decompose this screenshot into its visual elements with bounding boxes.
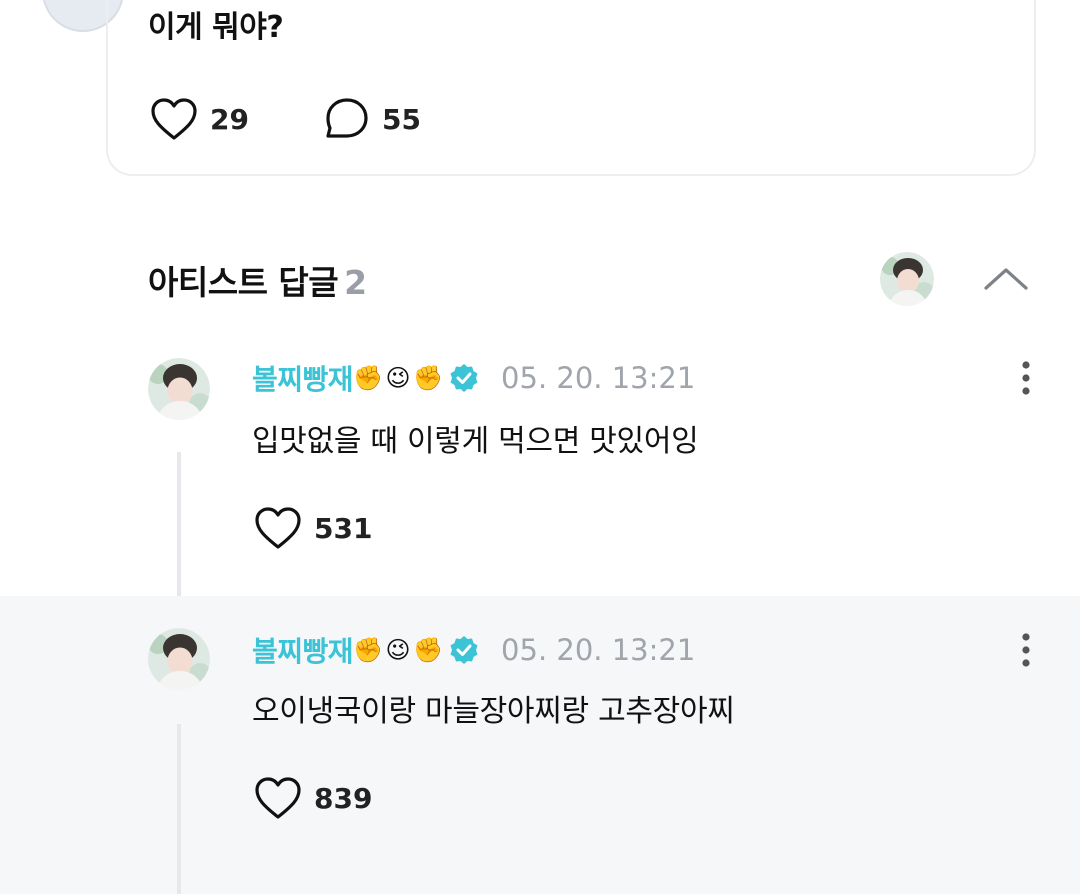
verified-icon <box>450 364 478 392</box>
artist-reply-screen: 이게 뭐야? 29 55 아티스트 답글 2 볼찌빵재 ✊ 😉 ✊ 05. 20… <box>0 0 1080 894</box>
reply-author-name[interactable]: 볼찌빵재 <box>252 358 354 398</box>
post-comment-count: 55 <box>382 102 421 136</box>
comment-icon <box>326 98 368 138</box>
heart-icon <box>255 777 301 819</box>
reply-text: 입맛없을 때 이렇게 먹으면 맛있어잉 <box>252 424 699 459</box>
chevron-up-icon <box>984 268 1028 290</box>
reply-like-button[interactable]: 531 <box>254 504 372 552</box>
more-options-button[interactable] <box>1012 358 1040 398</box>
reply-timestamp: 05. 20. 13:21 <box>501 633 696 667</box>
wink-emoji: 😉 <box>385 364 411 392</box>
heart-icon <box>255 507 301 549</box>
artist-reply-item: 볼찌빵재 ✊ 😉 ✊ 05. 20. 13:21 입맛없을 때 이렇게 먹으면 … <box>0 338 1080 596</box>
heart-icon <box>151 98 197 140</box>
artist-replies-count: 2 <box>344 263 367 302</box>
fist-emoji: ✊ <box>413 364 443 392</box>
more-vertical-icon <box>1022 633 1030 667</box>
artist-reply-item: 볼찌빵재 ✊ 😉 ✊ 05. 20. 13:21 오이냉국이랑 마늘장아찌랑 고… <box>0 596 1080 894</box>
reply-text: 오이냉국이랑 마늘장아찌랑 고추장아찌 <box>252 694 735 729</box>
reply-header: 볼찌빵재 ✊ 😉 ✊ 05. 20. 13:21 <box>252 630 695 670</box>
collapse-button[interactable] <box>980 260 1032 296</box>
artist-avatar[interactable] <box>880 252 934 306</box>
reply-timestamp: 05. 20. 13:21 <box>501 361 696 395</box>
more-options-button[interactable] <box>1012 630 1040 670</box>
post-like-button[interactable]: 29 <box>150 96 249 142</box>
more-vertical-icon <box>1022 361 1030 395</box>
reply-author-avatar[interactable] <box>148 628 210 690</box>
reply-like-button[interactable]: 839 <box>254 774 372 822</box>
reply-author-name[interactable]: 볼찌빵재 <box>252 630 354 670</box>
fist-emoji: ✊ <box>413 636 443 664</box>
thread-line <box>177 452 181 596</box>
reply-like-count: 531 <box>314 511 373 545</box>
post-text: 이게 뭐야? <box>148 10 284 45</box>
verified-icon <box>450 636 478 664</box>
artist-replies-title: 아티스트 답글 2 <box>148 256 367 304</box>
reply-author-avatar[interactable] <box>148 358 210 420</box>
artist-replies-label: 아티스트 답글 <box>148 263 339 302</box>
fist-emoji: ✊ <box>353 364 383 392</box>
fist-emoji: ✊ <box>353 636 383 664</box>
wink-emoji: 😉 <box>385 636 411 664</box>
thread-line <box>177 724 181 894</box>
reply-header: 볼찌빵재 ✊ 😉 ✊ 05. 20. 13:21 <box>252 358 695 398</box>
post-comment-button[interactable]: 55 <box>324 96 421 142</box>
post-like-count: 29 <box>210 102 249 136</box>
reply-like-count: 839 <box>314 781 373 815</box>
